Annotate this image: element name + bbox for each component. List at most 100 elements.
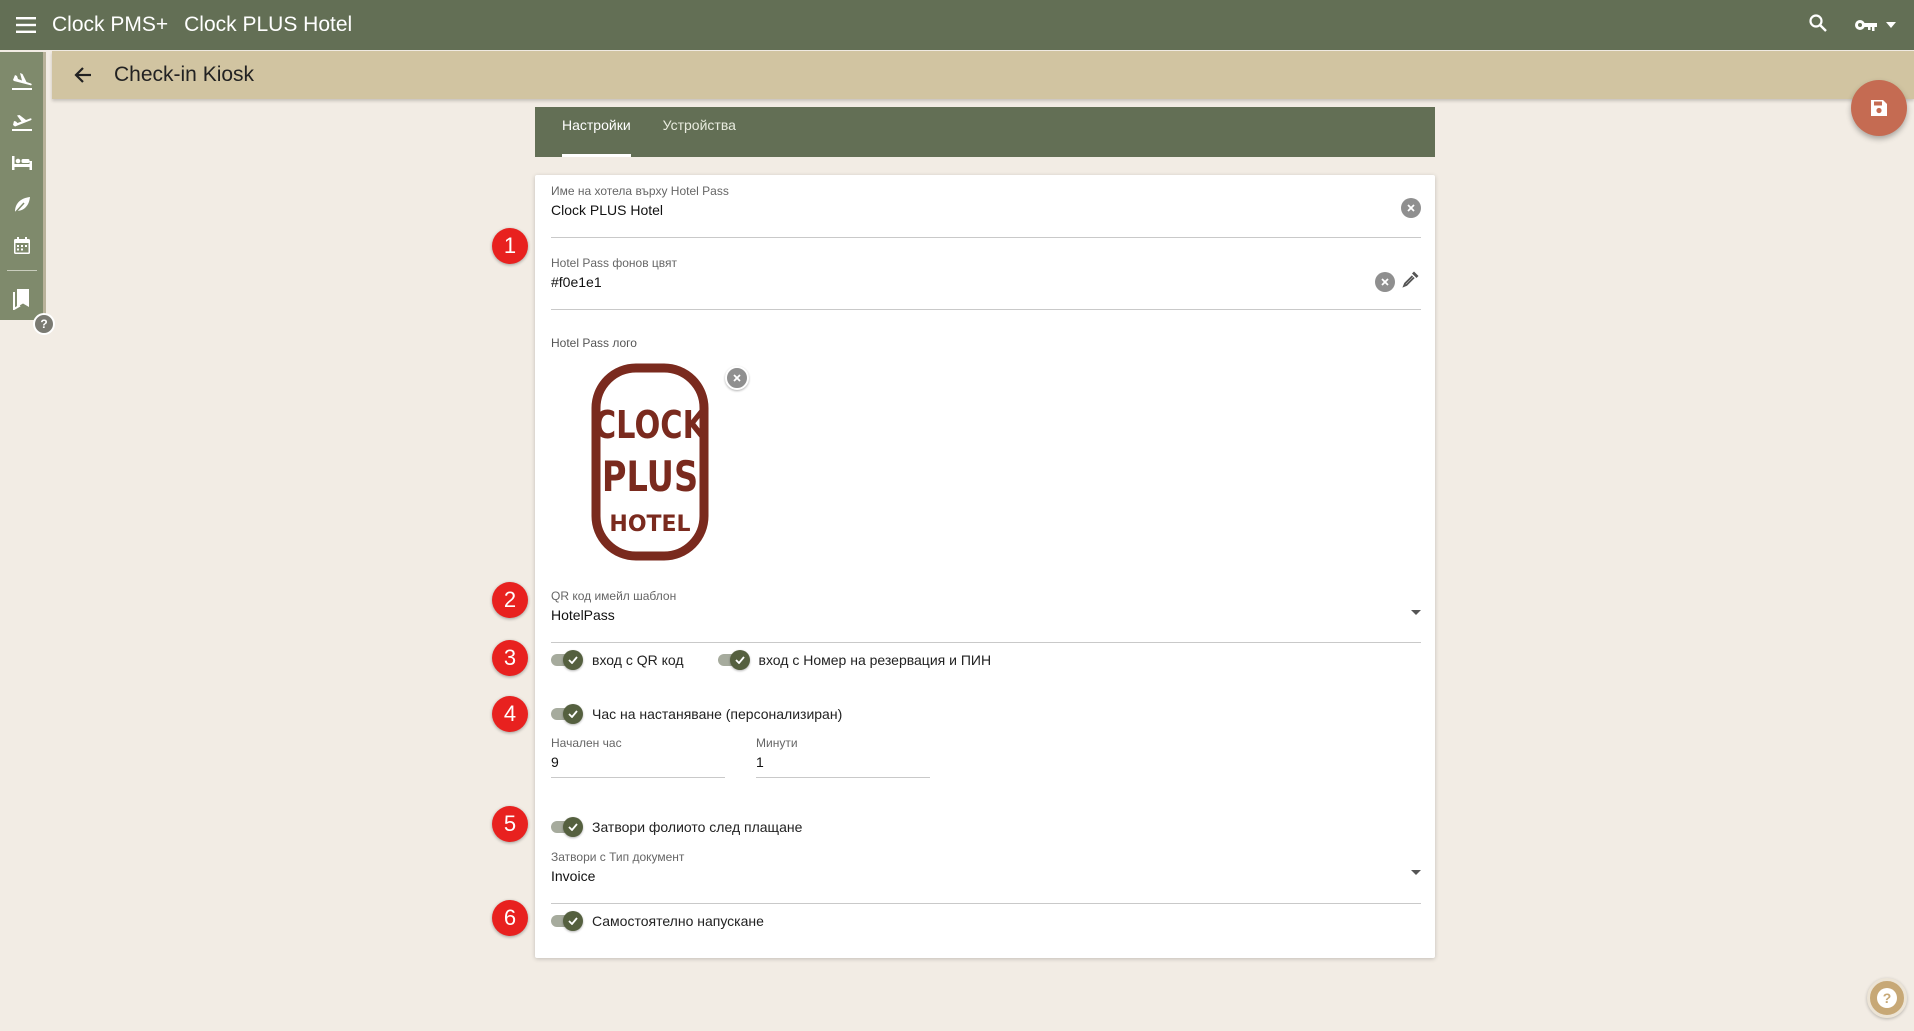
toggle-label: Самостоятелно напускане — [592, 913, 764, 929]
back-button[interactable] — [52, 51, 114, 99]
logo-label: Hotel Pass лого — [551, 336, 637, 350]
switch[interactable] — [551, 817, 583, 837]
close-doc-type-value: Invoice — [551, 868, 596, 884]
qr-login-toggle[interactable]: вход с QR код — [551, 650, 684, 670]
field-label: Затвори с Тип документ — [551, 850, 685, 864]
custom-checkin-row: Час на настаняване (персонализиран) — [551, 704, 842, 724]
check-icon — [568, 710, 578, 718]
close-folio-toggle[interactable]: Затвори фолиото след плащане — [551, 817, 802, 837]
remove-logo-button[interactable] — [725, 366, 749, 390]
calendar-icon — [13, 237, 30, 255]
switch[interactable] — [717, 650, 750, 670]
start-hour-field[interactable]: Начален час 9 — [551, 736, 725, 778]
bg-color-field[interactable]: Hotel Pass фонов цвят #f0e1e1 — [551, 256, 1421, 310]
field-label: Минути — [756, 736, 798, 750]
tab-devices[interactable]: Устройства — [663, 107, 736, 157]
check-icon — [734, 656, 745, 664]
bg-color-input[interactable]: #f0e1e1 — [551, 274, 1421, 290]
minutes-input[interactable]: 1 — [756, 754, 930, 770]
hotel-name[interactable]: Clock PLUS Hotel — [184, 13, 352, 37]
custom-checkin-toggle[interactable]: Час на настаняване (персонализиран) — [551, 704, 842, 724]
marker-5: 5 — [492, 806, 528, 842]
bookmarks-icon — [12, 289, 29, 311]
field-label: Начален час — [551, 736, 622, 750]
self-checkout-row: Самостоятелно напускане — [551, 911, 764, 931]
switch[interactable] — [551, 704, 583, 724]
key-icon — [1855, 20, 1877, 31]
marker-1: 1 — [492, 228, 528, 264]
check-icon — [568, 917, 578, 925]
rail-divider — [6, 269, 37, 271]
marker-6: 6 — [492, 900, 528, 936]
rail-item-departures[interactable] — [0, 101, 45, 142]
check-icon — [568, 656, 578, 664]
rail-help-button[interactable]: ? — [33, 313, 55, 335]
account-menu-button[interactable] — [1854, 18, 1896, 32]
rail-item-arrivals[interactable] — [0, 60, 45, 101]
search-icon — [1809, 13, 1827, 32]
rail-item-calendar[interactable] — [0, 225, 45, 266]
close-icon — [733, 374, 741, 382]
login-toggles-row: вход с QR код вход с Номер на резервация… — [551, 650, 991, 670]
minutes-field[interactable]: Минути 1 — [756, 736, 930, 778]
dropdown-arrow-icon — [1411, 870, 1421, 875]
menu-button[interactable] — [0, 0, 52, 50]
toggle-label: вход с QR код — [592, 652, 684, 668]
marker-4: 4 — [492, 696, 528, 732]
dropdown-arrow-icon — [1411, 610, 1421, 615]
flight-takeoff-icon — [11, 115, 32, 132]
help-icon: ? — [40, 317, 48, 331]
hotel-logo: CLOCK PLUS HOTEL — [591, 363, 709, 561]
leaf-icon — [12, 196, 30, 215]
product-name[interactable]: Clock PMS+ — [52, 13, 168, 37]
flight-land-icon — [11, 72, 32, 90]
app-bar: Clock PMS+ Clock PLUS Hotel — [0, 0, 1914, 50]
close-icon — [1381, 277, 1389, 286]
settings-tabs: Настройки Устройства — [535, 107, 1435, 157]
bed-icon — [11, 156, 32, 171]
self-checkout-toggle[interactable]: Самостоятелно напускане — [551, 911, 764, 931]
hotel-name-input[interactable]: Clock PLUS Hotel — [551, 202, 1421, 218]
close-icon — [1407, 204, 1415, 212]
help-button[interactable]: ? — [1867, 978, 1907, 1018]
switch[interactable] — [551, 650, 583, 670]
save-button[interactable] — [1851, 80, 1907, 136]
toggle-label: Час на настаняване (персонализиран) — [592, 706, 843, 722]
help-icon: ? — [1877, 988, 1897, 1008]
side-rail — [0, 52, 46, 320]
check-icon — [568, 823, 578, 831]
toggle-label: Затвори фолиото след плащане — [592, 819, 803, 835]
marker-2: 2 — [492, 582, 528, 618]
clear-button[interactable] — [1375, 271, 1395, 292]
logo-line-1: CLOCK — [594, 404, 707, 448]
arrow-back-icon — [74, 67, 91, 83]
qr-template-value: HotelPass — [551, 607, 615, 623]
qr-template-select[interactable]: QR код имейл шаблон HotelPass — [551, 589, 1421, 643]
close-doc-type-select[interactable]: Затвори с Тип документ Invoice — [551, 850, 1421, 904]
search-button[interactable] — [1808, 13, 1828, 38]
start-hour-input[interactable]: 9 — [551, 754, 725, 770]
clear-button[interactable] — [1401, 198, 1421, 218]
field-label: Hotel Pass фонов цвят — [551, 256, 678, 270]
hotel-name-field[interactable]: Име на хотела върху Hotel Pass Clock PLU… — [551, 184, 1421, 238]
switch[interactable] — [551, 911, 583, 931]
save-icon — [1871, 100, 1887, 116]
settings-card: Име на хотела върху Hotel Pass Clock PLU… — [535, 175, 1435, 958]
marker-3: 3 — [492, 640, 528, 676]
close-folio-row: Затвори фолиото след плащане — [551, 817, 802, 837]
color-picker-button[interactable] — [1401, 269, 1421, 294]
rail-item-rooms[interactable] — [0, 143, 45, 184]
page-header: Check-in Kiosk — [52, 51, 1914, 99]
eyedropper-icon — [1402, 271, 1419, 288]
tab-settings[interactable]: Настройки — [562, 107, 631, 157]
field-label: QR код имейл шаблон — [551, 589, 677, 603]
pin-login-toggle[interactable]: вход с Номер на резервация и ПИН — [717, 650, 992, 670]
toggle-label: вход с Номер на резервация и ПИН — [758, 652, 992, 668]
logo-line-2: PLUS — [602, 452, 698, 501]
logo-line-3: HOTEL — [609, 512, 690, 537]
chevron-down-icon — [1886, 22, 1896, 28]
menu-icon — [16, 17, 36, 33]
page-title: Check-in Kiosk — [114, 63, 255, 86]
rail-item-eco[interactable] — [0, 184, 45, 225]
field-label: Име на хотела върху Hotel Pass — [551, 184, 729, 198]
